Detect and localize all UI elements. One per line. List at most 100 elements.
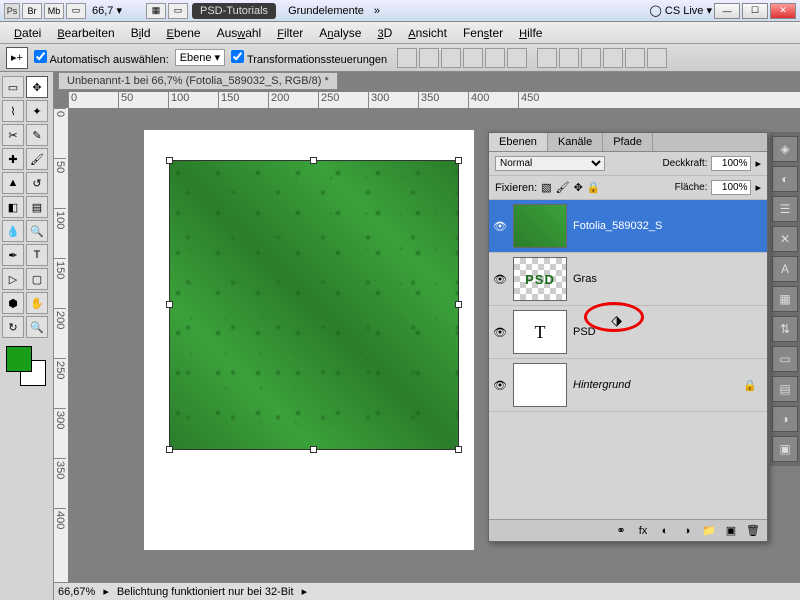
align-bottom-icon[interactable] — [441, 48, 461, 68]
maximize-button[interactable]: ☐ — [742, 3, 768, 19]
transform-handle[interactable] — [310, 157, 317, 164]
lock-position-icon[interactable]: ✥ — [574, 181, 583, 194]
auto-select-target[interactable]: Ebene ▾ — [175, 49, 225, 66]
move-tool-icon[interactable]: ▸+ — [6, 47, 28, 69]
blur-tool[interactable]: 💧 — [2, 220, 24, 242]
layer-row[interactable]: 👁 PSD Gras — [489, 253, 767, 306]
layer-thumb[interactable] — [513, 363, 567, 407]
crop-tool[interactable]: ✂ — [2, 124, 24, 146]
view-extras-icon[interactable]: ▦ — [146, 3, 166, 19]
marquee-tool[interactable]: ▭ — [2, 76, 24, 98]
zoom-display[interactable]: 66,7 ▾ — [92, 4, 142, 17]
align-left-icon[interactable] — [463, 48, 483, 68]
lasso-tool[interactable]: ⌇ — [2, 100, 24, 122]
path-select-tool[interactable]: ▷ — [2, 268, 24, 290]
dist-4-icon[interactable] — [603, 48, 623, 68]
stamp-tool[interactable]: ▲ — [2, 172, 24, 194]
delete-layer-icon[interactable]: 🗑 — [745, 524, 761, 537]
type-tool[interactable]: T — [26, 244, 48, 266]
dock-nav-icon[interactable]: ▣ — [772, 436, 798, 462]
menu-3d[interactable]: 3D — [369, 26, 400, 40]
menu-bild[interactable]: Bild — [123, 26, 159, 40]
transform-handle[interactable] — [455, 446, 462, 453]
wand-tool[interactable]: ✦ — [26, 100, 48, 122]
healing-tool[interactable]: ✚ — [2, 148, 24, 170]
new-group-icon[interactable]: 📁 — [701, 524, 717, 537]
adjustment-layer-icon[interactable]: ◑ — [679, 525, 695, 537]
layer-thumb[interactable]: PSD — [513, 257, 567, 301]
shape-tool[interactable]: ▢ — [26, 268, 48, 290]
status-flyout-icon[interactable]: ▸ — [302, 585, 308, 598]
gradient-tool[interactable]: ▤ — [26, 196, 48, 218]
dock-styles-icon[interactable]: A — [772, 256, 798, 282]
menu-hilfe[interactable]: Hilfe — [511, 26, 550, 40]
layer-row[interactable]: 👁 T PSD — [489, 306, 767, 359]
menu-ebene[interactable]: Ebene — [159, 26, 209, 40]
transform-handle[interactable] — [455, 301, 462, 308]
layer-row[interactable]: 👁 Hintergrund 🔒 — [489, 359, 767, 412]
fill-flyout-icon[interactable]: ▸ — [755, 181, 761, 194]
dist-1-icon[interactable] — [537, 48, 557, 68]
opacity-value[interactable]: 100% — [711, 156, 751, 171]
layer-name[interactable]: Gras — [573, 273, 597, 285]
dock-actions-icon[interactable]: ▤ — [772, 376, 798, 402]
layer-mask-icon[interactable]: ◐ — [657, 525, 673, 537]
brush-tool[interactable]: 🖌 — [26, 148, 48, 170]
lock-pixels-icon[interactable]: 🖌 — [556, 181, 570, 194]
eraser-tool[interactable]: ◧ — [2, 196, 24, 218]
rotate-view-tool[interactable]: ↻ — [2, 316, 24, 338]
visibility-icon[interactable]: 👁 — [493, 379, 507, 392]
dock-brush-icon[interactable]: ▦ — [772, 286, 798, 312]
tab-pfade[interactable]: Pfade — [603, 133, 653, 151]
color-swatch[interactable] — [6, 346, 46, 386]
tab-ebenen[interactable]: Ebenen — [489, 133, 548, 151]
layer-name[interactable]: Hintergrund — [573, 379, 630, 391]
document-canvas[interactable] — [144, 130, 474, 550]
pen-tool[interactable]: ✒ — [2, 244, 24, 266]
eyedropper-tool[interactable]: ✎ — [26, 124, 48, 146]
hand-tool[interactable]: ✋ — [26, 292, 48, 314]
menu-auswahl[interactable]: Auswahl — [209, 26, 270, 40]
workspace-grundelemente[interactable]: Grundelemente — [280, 3, 372, 19]
dock-clone-icon[interactable]: ⇅ — [772, 316, 798, 342]
grass-layer-content[interactable] — [169, 160, 459, 450]
menu-fenster[interactable]: Fenster — [455, 26, 511, 40]
dock-color-icon[interactable]: ◐ — [772, 166, 798, 192]
dock-info-icon[interactable]: ◑ — [772, 406, 798, 432]
visibility-icon[interactable]: 👁 — [493, 273, 507, 286]
lock-transparency-icon[interactable]: ▧ — [541, 181, 551, 194]
status-arrow-icon[interactable]: ▸ — [103, 585, 109, 598]
dist-6-icon[interactable] — [647, 48, 667, 68]
menu-datei[interactable]: Datei — [6, 26, 49, 40]
layer-name[interactable]: PSD — [573, 326, 596, 338]
opacity-flyout-icon[interactable]: ▸ — [755, 157, 761, 170]
menu-ansicht[interactable]: Ansicht — [400, 26, 455, 40]
visibility-icon[interactable]: 👁 — [493, 326, 507, 339]
history-brush-tool[interactable]: ↺ — [26, 172, 48, 194]
layer-fx-icon[interactable]: fx — [635, 525, 651, 537]
dist-2-icon[interactable] — [559, 48, 579, 68]
transform-handle[interactable] — [310, 446, 317, 453]
align-vcenter-icon[interactable] — [419, 48, 439, 68]
document-tab[interactable]: Unbenannt-1 bei 66,7% (Fotolia_589032_S,… — [58, 72, 338, 90]
auto-select-check[interactable]: Automatisch auswählen: — [34, 50, 169, 66]
layer-thumb[interactable]: T — [513, 310, 567, 354]
new-layer-icon[interactable]: ▣ — [723, 524, 739, 537]
visibility-icon[interactable]: 👁 — [493, 220, 507, 233]
dock-adjust-icon[interactable]: ☰ — [772, 196, 798, 222]
bridge-icon[interactable]: Br — [22, 3, 42, 19]
menu-filter[interactable]: Filter — [269, 26, 311, 40]
tab-kanaele[interactable]: Kanäle — [548, 133, 603, 151]
layer-name[interactable]: Fotolia_589032_S — [573, 220, 662, 232]
lock-all-icon[interactable]: 🔒 — [587, 181, 601, 194]
link-layers-icon[interactable]: ⚭ — [613, 524, 629, 537]
fill-value[interactable]: 100% — [711, 180, 751, 195]
dist-5-icon[interactable] — [625, 48, 645, 68]
dodge-tool[interactable]: 🔍 — [26, 220, 48, 242]
dist-3-icon[interactable] — [581, 48, 601, 68]
dock-history-icon[interactable]: ▭ — [772, 346, 798, 372]
arrange-icon[interactable]: ▭ — [168, 3, 188, 19]
minibridge-icon[interactable]: Mb — [44, 3, 64, 19]
align-hcenter-icon[interactable] — [485, 48, 505, 68]
transform-handle[interactable] — [455, 157, 462, 164]
